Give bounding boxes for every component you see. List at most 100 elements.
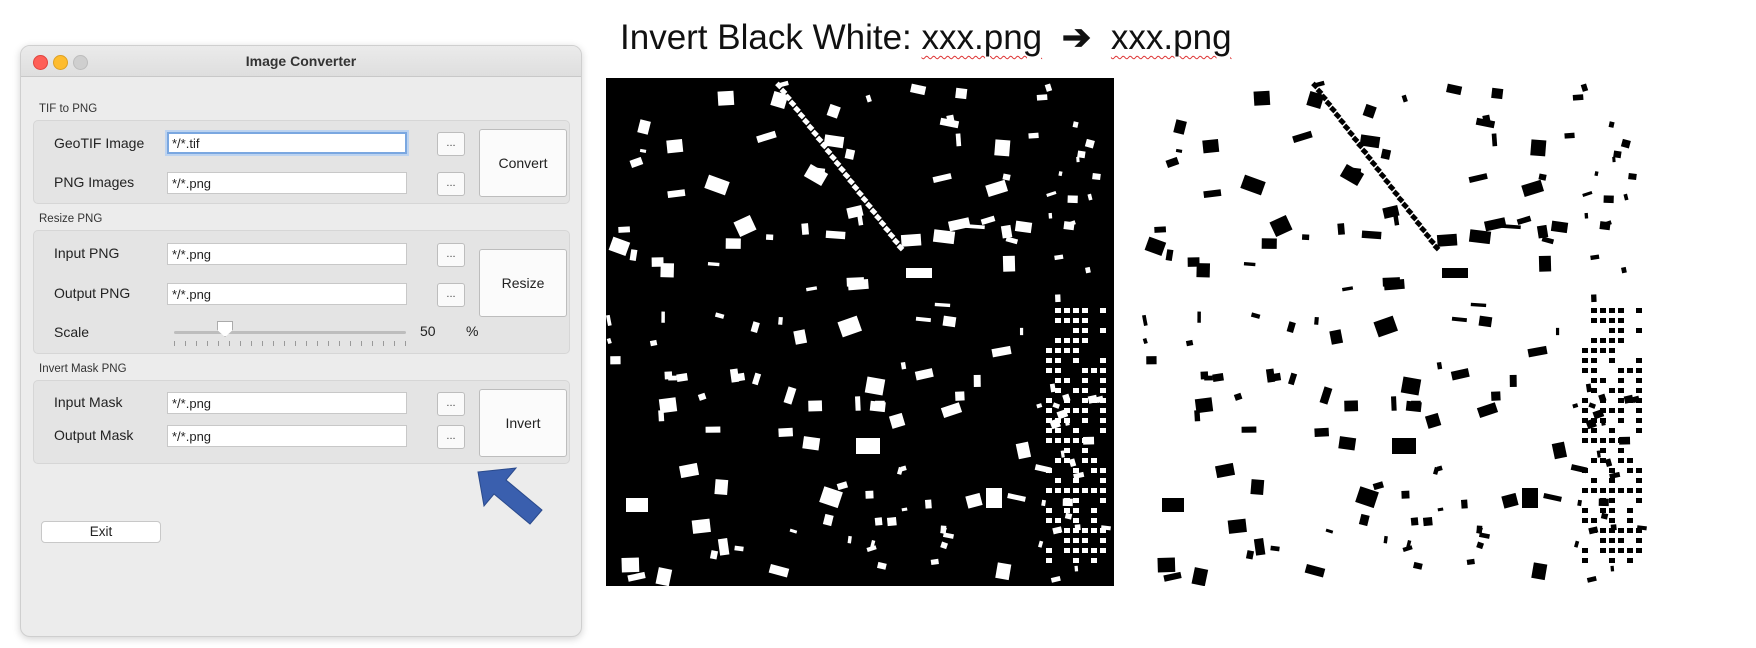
building-footprint — [1591, 368, 1597, 373]
building-footprint — [793, 105, 801, 114]
building-footprint — [1261, 238, 1277, 249]
building-footprint — [1383, 177, 1391, 186]
building-footprint — [734, 545, 744, 552]
building-footprint — [1100, 498, 1106, 503]
building-footprint — [1551, 441, 1568, 460]
building-footprint — [1197, 311, 1201, 323]
building-footprint — [1618, 398, 1624, 403]
image-converter-window: Image Converter TIF to PNG GeoTIF Image … — [20, 45, 582, 637]
building-footprint — [1591, 378, 1597, 383]
building-footprint — [1609, 508, 1615, 513]
building-footprint — [1329, 105, 1337, 114]
building-footprint — [1390, 396, 1397, 411]
scale-row: Scale 50 % — [34, 301, 569, 353]
building-footprint — [1046, 398, 1052, 403]
building-footprint — [667, 189, 686, 199]
input-mask-browse-button[interactable]: ... — [437, 392, 465, 416]
building-footprint — [1536, 224, 1549, 239]
building-footprint — [1627, 398, 1633, 403]
building-footprint — [1204, 375, 1213, 381]
building-footprint — [1100, 418, 1106, 423]
building-footprint — [1582, 358, 1588, 363]
building-footprint — [1476, 402, 1499, 419]
building-footprint — [1073, 488, 1079, 493]
building-footprint — [1627, 468, 1633, 473]
building-footprint — [1600, 528, 1606, 533]
building-footprint — [986, 488, 1002, 508]
building-footprint — [1516, 215, 1532, 225]
building-footprint — [1165, 249, 1174, 261]
building-footprint — [1609, 428, 1615, 433]
building-footprint — [1028, 132, 1039, 139]
building-footprint — [1338, 436, 1357, 451]
building-footprint — [705, 426, 721, 433]
building-footprint — [878, 219, 887, 228]
building-footprint — [932, 229, 956, 245]
invert-mask-group: Input Mask ... Output Mask ... Invert — [33, 380, 570, 464]
output-mask-input[interactable] — [167, 425, 407, 447]
building-footprint — [973, 374, 981, 387]
building-footprint — [1082, 418, 1088, 423]
building-footprint — [864, 376, 886, 396]
building-footprint — [934, 302, 951, 308]
building-footprint — [1325, 528, 1334, 534]
building-footprint — [1046, 190, 1057, 197]
output-mask-browse-button[interactable]: ... — [437, 425, 465, 449]
building-footprint — [1636, 418, 1642, 423]
png-images-browse-button[interactable]: ... — [437, 172, 465, 196]
png-images-input[interactable] — [167, 172, 407, 194]
building-footprint — [1055, 348, 1061, 353]
scale-slider-track[interactable] — [174, 331, 406, 334]
building-footprint — [1600, 378, 1606, 383]
building-footprint — [1423, 231, 1432, 240]
output-png-label: Output PNG — [54, 285, 131, 301]
building-footprint — [985, 179, 1009, 197]
building-footprint — [1077, 150, 1086, 159]
building-footprint — [608, 236, 631, 256]
building-footprint — [1100, 488, 1106, 493]
building-footprint — [965, 224, 985, 230]
scale-value: 50 — [420, 323, 436, 339]
building-footprint — [1173, 119, 1187, 135]
building-footprint — [874, 213, 882, 222]
geotif-image-input[interactable] — [167, 132, 407, 154]
building-footprint — [1636, 328, 1642, 333]
invert-button[interactable]: Invert — [479, 389, 567, 457]
input-mask-input[interactable] — [167, 392, 407, 414]
building-footprint — [1424, 412, 1442, 429]
building-footprint — [1591, 348, 1597, 353]
building-footprint — [1050, 575, 1061, 583]
geotif-browse-button[interactable]: ... — [437, 132, 465, 156]
building-footprint — [856, 438, 880, 454]
building-footprint — [1337, 223, 1345, 235]
convert-button[interactable]: Convert — [479, 129, 567, 197]
building-footprint — [1036, 403, 1043, 409]
building-footprint — [1100, 388, 1106, 393]
building-footprint — [900, 233, 922, 247]
building-footprint — [1591, 458, 1597, 463]
building-footprint — [1072, 121, 1079, 128]
building-footprint — [886, 517, 897, 527]
building-footprint — [778, 316, 783, 325]
headline-prefix: Invert Black White: — [620, 18, 912, 57]
exit-button[interactable]: Exit — [41, 521, 161, 543]
building-footprint — [825, 230, 846, 240]
building-footprint — [1600, 458, 1606, 463]
building-footprint — [1618, 388, 1624, 393]
building-footprint — [1521, 179, 1545, 197]
building-footprint — [1636, 498, 1642, 503]
building-footprint — [1594, 171, 1599, 177]
building-footprint — [1600, 338, 1606, 343]
scale-slider-thumb[interactable] — [217, 321, 234, 337]
building-footprint — [1055, 438, 1061, 443]
building-footprint — [1618, 458, 1624, 463]
building-footprint — [1627, 508, 1633, 513]
input-png-browse-button[interactable]: ... — [437, 243, 465, 267]
input-png-input[interactable] — [167, 243, 407, 265]
building-footprint — [1600, 308, 1606, 313]
building-footprint — [1046, 518, 1052, 523]
building-footprint — [1073, 468, 1079, 473]
building-footprint — [1073, 318, 1079, 323]
building-footprint — [1046, 408, 1052, 413]
building-footprint — [789, 528, 798, 534]
